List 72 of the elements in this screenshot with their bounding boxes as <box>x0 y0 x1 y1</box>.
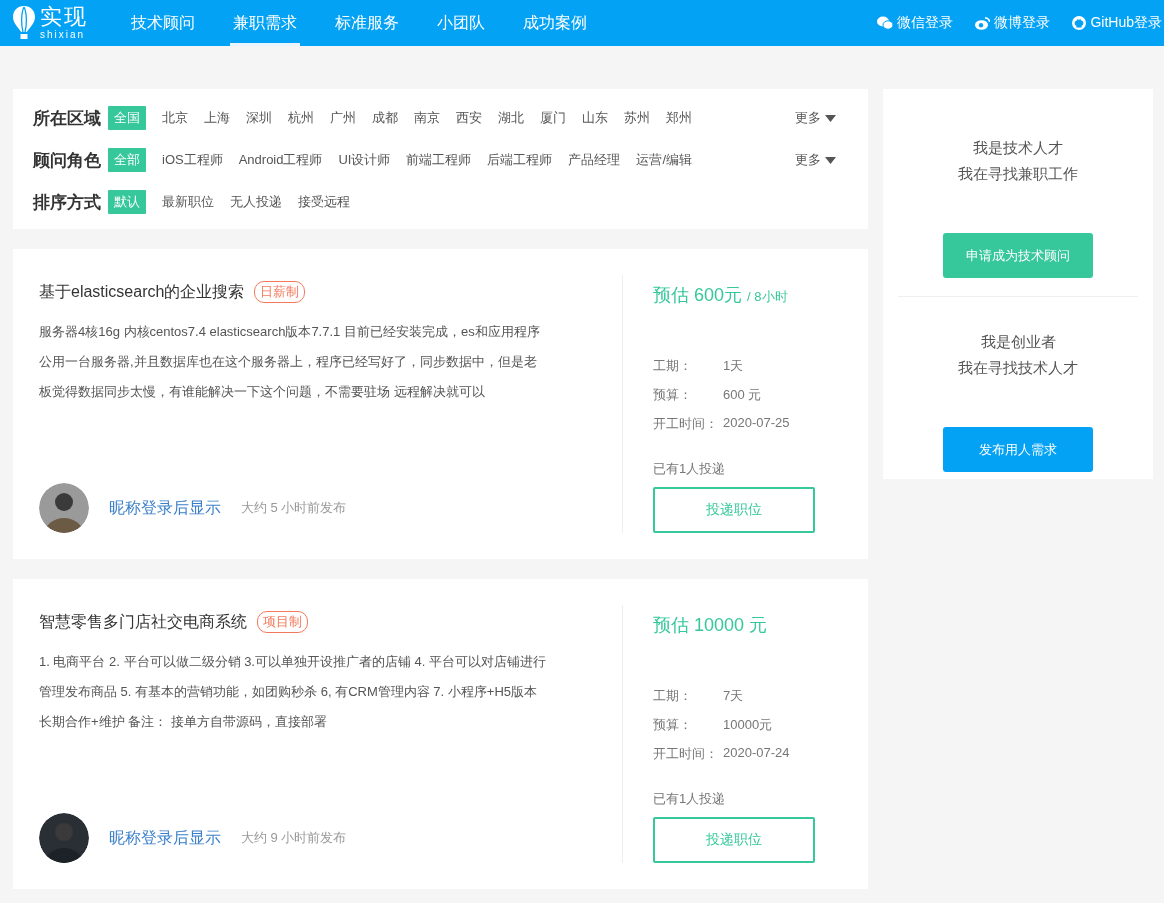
filter-option[interactable]: 上海 <box>198 106 236 130</box>
filter-option[interactable]: 后端工程师 <box>481 148 559 172</box>
detail-value: 2020-07-25 <box>723 415 790 432</box>
caret-icon <box>825 156 836 164</box>
sidebar-text: 我是技术人才 <box>973 138 1063 158</box>
author-name[interactable]: 昵称登录后显示 <box>109 497 221 519</box>
applicant-count: 已有1人投递 <box>653 460 727 478</box>
description-line: 1. 电商平台 2. 平台可以做二级分销 3.可以单独开设推广者的店铺 4. 平台可以对店铺进行 <box>39 653 547 671</box>
filter-option[interactable]: 无人投递 <box>224 190 288 214</box>
logo-subtitle: shixian <box>40 30 87 40</box>
avatar-icon <box>39 483 89 533</box>
filter-option[interactable]: 山东 <box>576 106 614 130</box>
filter-label: 排序方式 <box>33 191 102 214</box>
filter-option[interactable]: 前端工程师 <box>400 148 478 172</box>
filter-label: 所在区域 <box>33 107 102 130</box>
posted-time: 大约 5 小时前发布 <box>241 499 347 517</box>
price-estimate: 预估 600元 / 8小时 <box>653 284 789 307</box>
detail-value: 2020-07-24 <box>723 745 790 762</box>
more-dropdown[interactable]: 更多 <box>795 109 836 127</box>
github-icon <box>1072 16 1087 30</box>
filter-option[interactable]: 最新职位 <box>156 190 220 214</box>
filter-option[interactable]: 运营/编辑 <box>630 148 699 172</box>
pay-type-tag: 日薪制 <box>254 281 306 303</box>
detail-label: 工期： <box>653 357 693 375</box>
description-line: 服务器4核16g 内核centos7.4 elasticsearch版本7.7.1 目前已经安装完成，es和应用程序 <box>39 323 540 341</box>
applicant-count: 已有1人投递 <box>653 790 727 808</box>
description-line: 板觉得数据同步太慢，有谁能解决一下这个问题，不需要驻场 远程解决就可以 <box>39 383 485 401</box>
filter-option[interactable]: 广州 <box>324 106 362 130</box>
sidebar-text: 我在寻找兼职工作 <box>958 164 1078 184</box>
detail-value: 600 元 <box>723 386 762 404</box>
filter-option[interactable]: 杭州 <box>282 106 320 130</box>
more-dropdown[interactable]: 更多 <box>795 151 836 169</box>
filter-option[interactable]: 产品经理 <box>562 148 627 172</box>
pay-type-tag: 项目制 <box>257 611 308 633</box>
description-line: 管理发布商品 5. 有基本的营销功能，如团购秒杀 6, 有CRM管理内容 7. 小程序+H5版本 <box>39 683 537 701</box>
detail-value: 10000元 <box>723 716 773 734</box>
filter-option[interactable]: 郑州 <box>660 106 698 130</box>
filter-option[interactable]: 成都 <box>366 106 404 130</box>
filter-option[interactable]: 西安 <box>450 106 488 130</box>
caret-icon <box>825 114 836 122</box>
filter-option[interactable]: 接受远程 <box>292 190 356 214</box>
description-line: 公用一台服务器,并且数据库也在这个服务器上，程序已经写好了，同步数据中，但是老 <box>39 353 537 371</box>
detail-value: 1天 <box>723 357 744 375</box>
filter-option[interactable]: 苏州 <box>618 106 656 130</box>
avatar-icon <box>39 813 89 863</box>
price-estimate: 预估 10000 元 <box>653 614 769 637</box>
filter-label: 顾问角色 <box>33 149 102 172</box>
filter-option[interactable]: 北京 <box>156 106 194 130</box>
filter-option[interactable]: UI设计师 <box>332 148 397 172</box>
detail-label: 开工时间： <box>653 745 719 763</box>
balloon-logo-icon <box>12 5 36 41</box>
filter-option[interactable]: 深圳 <box>240 106 278 130</box>
detail-label: 预算： <box>653 716 693 734</box>
detail-value: 7天 <box>723 687 744 705</box>
detail-label: 工期： <box>653 687 693 705</box>
filter-option[interactable]: 厦门 <box>534 106 572 130</box>
filter-option[interactable]: Android工程师 <box>232 148 329 172</box>
filter-option[interactable]: 湖北 <box>492 106 530 130</box>
chat-bubbles-icon <box>877 16 894 30</box>
detail-label: 预算： <box>653 386 693 404</box>
sidebar-text: 我是创业者 <box>980 332 1056 352</box>
weibo-icon <box>975 16 991 30</box>
author-name[interactable]: 昵称登录后显示 <box>109 827 221 849</box>
logo-title: 实现 <box>40 6 88 28</box>
filter-option[interactable]: 南京 <box>408 106 446 130</box>
job-title[interactable]: 基于elasticsearch的企业搜索 <box>39 281 245 303</box>
description-line: 长期合作+维护 备注： 接单方自带源码，直接部署 <box>39 713 327 731</box>
sidebar-text: 我在寻找技术人才 <box>958 358 1078 378</box>
filter-option[interactable]: iOS工程师 <box>156 148 229 172</box>
posted-time: 大约 9 小时前发布 <box>241 829 347 847</box>
job-title[interactable]: 智慧零售多门店社交电商系统 <box>39 611 247 633</box>
detail-label: 开工时间： <box>653 415 719 433</box>
